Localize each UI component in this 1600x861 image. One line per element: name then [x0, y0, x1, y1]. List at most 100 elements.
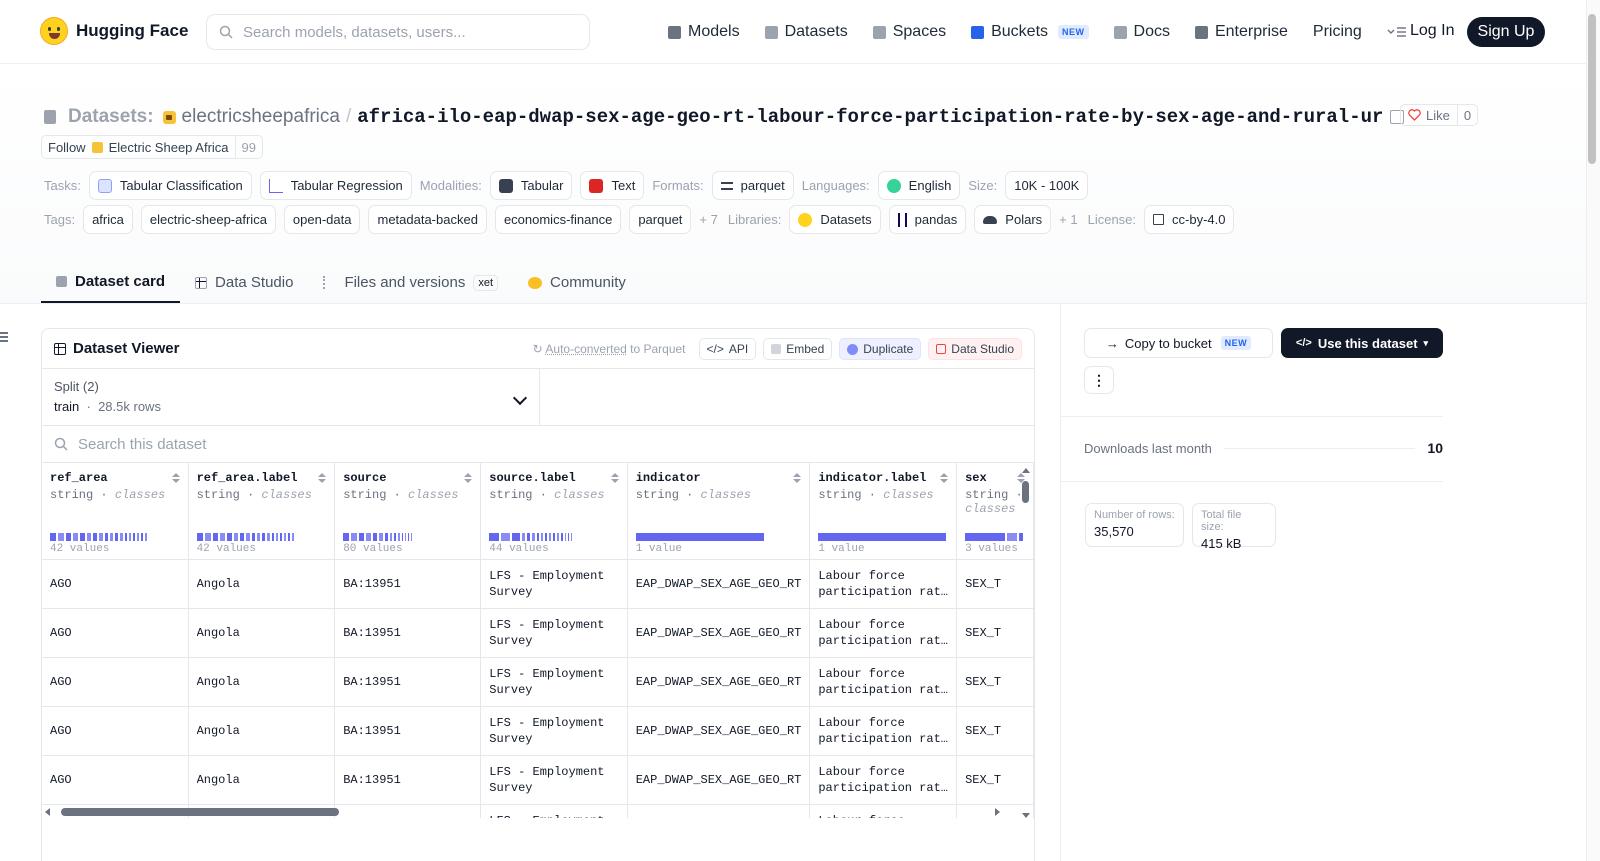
table-cell[interactable]: BA:13951: [335, 706, 481, 755]
table-cell[interactable]: AGO: [42, 559, 188, 608]
data-studio-button[interactable]: Data Studio: [928, 338, 1022, 360]
table-cell[interactable]: BA:13951: [335, 559, 481, 608]
histogram[interactable]: [489, 533, 572, 541]
tab-files-and-versions[interactable]: Files and versions xet: [308, 262, 513, 303]
global-search-input[interactable]: [243, 24, 563, 41]
table-cell[interactable]: Labour force participation rate by sex, …: [810, 559, 957, 608]
table-row[interactable]: AGOAngolaBA:13951LFS - Employment Survey…: [42, 559, 1034, 608]
use-this-dataset-button[interactable]: </> Use this dataset ▾: [1281, 328, 1443, 358]
repo-name[interactable]: africa-ilo-eap-dwap-sex-age-geo-rt-labou…: [357, 106, 1382, 128]
vertical-scrollbar[interactable]: [1021, 468, 1031, 818]
org-link[interactable]: electricsheepafrica: [182, 106, 340, 128]
sort-icon[interactable]: [318, 473, 326, 485]
table-cell[interactable]: Labour force participation rate by sex, …: [810, 608, 957, 657]
table-cell[interactable]: Labour force participation rate by sex, …: [810, 755, 957, 804]
table-cell[interactable]: AGO: [42, 706, 188, 755]
table-cell[interactable]: Angola: [188, 608, 335, 657]
histogram[interactable]: [818, 533, 946, 541]
table-cell[interactable]: LFS - Employment Survey: [481, 608, 627, 657]
library-polars[interactable]: Polars: [974, 205, 1051, 234]
tab-data-studio[interactable]: Data Studio: [180, 262, 308, 303]
histogram[interactable]: [50, 533, 147, 541]
sort-icon[interactable]: [464, 473, 472, 485]
column-header[interactable]: indicator string · classes 1 value: [627, 463, 810, 559]
brand-logo[interactable]: Hugging Face: [40, 17, 188, 45]
tag-chip[interactable]: electric-sheep-africa: [141, 205, 276, 234]
tab-dataset-card[interactable]: Dataset card: [41, 262, 180, 303]
more-options-button[interactable]: ⋮: [1084, 366, 1114, 394]
nav-spaces[interactable]: Spaces: [873, 18, 946, 46]
task-tabular-classification[interactable]: Tabular Classification: [89, 171, 252, 200]
global-search[interactable]: [206, 14, 590, 50]
table-row[interactable]: AGOAngolaBA:13951LFS - Employment Survey…: [42, 706, 1034, 755]
signup-button[interactable]: Sign Up: [1467, 17, 1545, 47]
table-cell[interactable]: Angola: [188, 755, 335, 804]
nav-pricing[interactable]: Pricing: [1313, 18, 1362, 46]
dataset-search-input[interactable]: [78, 436, 478, 453]
table-cell[interactable]: Angola: [188, 706, 335, 755]
tag-chip[interactable]: open-data: [284, 205, 361, 234]
modality-text[interactable]: Text: [580, 171, 644, 200]
table-cell[interactable]: Angola: [188, 657, 335, 706]
table-row[interactable]: AGOAngolaBA:13951LFS - Employment Survey…: [42, 657, 1034, 706]
nav-datasets[interactable]: Datasets: [765, 18, 848, 46]
table-cell[interactable]: BA:13951: [335, 755, 481, 804]
sort-icon[interactable]: [940, 473, 948, 485]
more-libraries-link[interactable]: + 1: [1059, 212, 1077, 227]
sort-icon[interactable]: [611, 473, 619, 485]
nav-buckets[interactable]: Buckets NEW: [971, 18, 1088, 46]
table-cell[interactable]: Labour force participation rate by sex, …: [810, 706, 957, 755]
sort-icon[interactable]: [793, 473, 801, 485]
tag-chip[interactable]: economics-finance: [495, 205, 621, 234]
page-scrollbar-thumb[interactable]: [1588, 14, 1596, 164]
table-cell[interactable]: EAP_DWAP_SEX_AGE_GEO_RT: [627, 755, 810, 804]
histogram[interactable]: [343, 533, 412, 541]
column-header[interactable]: indicator.label string · classes 1 value: [810, 463, 957, 559]
copy-to-bucket-button[interactable]: → Copy to bucket NEW: [1084, 328, 1273, 358]
column-header[interactable]: ref_area.label string · classes 42 values: [188, 463, 335, 559]
split-selector[interactable]: Split (2) train · 28.5k rows: [42, 369, 540, 425]
tab-community[interactable]: Community: [513, 262, 641, 303]
table-cell[interactable]: LFS - Employment Survey: [481, 657, 627, 706]
nav-more-menu[interactable]: [1387, 18, 1407, 46]
nav-enterprise[interactable]: Enterprise: [1195, 18, 1288, 46]
duplicate-button[interactable]: Duplicate: [839, 338, 921, 360]
dataset-search[interactable]: [42, 426, 1034, 463]
follow-button[interactable]: Follow Electric Sheep Africa 99: [41, 135, 263, 159]
table-cell[interactable]: Angola: [188, 559, 335, 608]
login-link[interactable]: Log In: [1410, 22, 1454, 40]
histogram[interactable]: [965, 533, 1023, 541]
data-table-container[interactable]: ref_area string · classes 42 values ref_are…: [42, 463, 1034, 818]
table-cell[interactable]: EAP_DWAP_SEX_AGE_GEO_RT: [627, 706, 810, 755]
column-header[interactable]: source string · classes 80 values: [335, 463, 481, 559]
table-cell[interactable]: LFS - Employment Survey: [481, 706, 627, 755]
table-cell[interactable]: LFS - Employment Survey: [481, 559, 627, 608]
sort-icon[interactable]: [172, 473, 180, 485]
table-cell[interactable]: BA:13951: [335, 657, 481, 706]
column-header[interactable]: ref_area string · classes 42 values: [42, 463, 188, 559]
table-cell[interactable]: AGO: [42, 755, 188, 804]
api-button[interactable]: </> API: [699, 338, 757, 360]
table-cell[interactable]: BA:13951: [335, 608, 481, 657]
table-cell[interactable]: EAP_DWAP_SEX_AGE_GEO_RT: [627, 559, 810, 608]
table-cell[interactable]: EAP_DWAP_SEX_AGE_GEO_RT: [627, 657, 810, 706]
histogram[interactable]: [197, 533, 294, 541]
table-cell[interactable]: AGO: [42, 608, 188, 657]
horizontal-scrollbar[interactable]: [45, 807, 1000, 817]
language-english[interactable]: English: [878, 171, 961, 200]
license-chip[interactable]: cc-by-4.0: [1144, 205, 1234, 234]
toc-toggle-icon[interactable]: [0, 332, 8, 342]
table-cell[interactable]: AGO: [42, 657, 188, 706]
size-tag[interactable]: 10K - 100K: [1005, 171, 1088, 200]
tag-chip[interactable]: metadata-backed: [368, 205, 486, 234]
table-cell[interactable]: EAP_DWAP_SEX_AGE_GEO_RT: [627, 608, 810, 657]
tag-chip[interactable]: africa: [83, 205, 133, 234]
table-cell[interactable]: Labour force participation rate by sex, …: [810, 657, 957, 706]
like-button[interactable]: Like 0: [1400, 104, 1478, 126]
column-header[interactable]: source.label string · classes 44 values: [481, 463, 627, 559]
task-tabular-regression[interactable]: Tabular Regression: [260, 171, 412, 200]
auto-converted-link[interactable]: Auto-converted: [545, 342, 626, 356]
nav-docs[interactable]: Docs: [1114, 18, 1170, 46]
nav-models[interactable]: Models: [668, 18, 740, 46]
format-parquet[interactable]: parquet: [712, 171, 794, 200]
